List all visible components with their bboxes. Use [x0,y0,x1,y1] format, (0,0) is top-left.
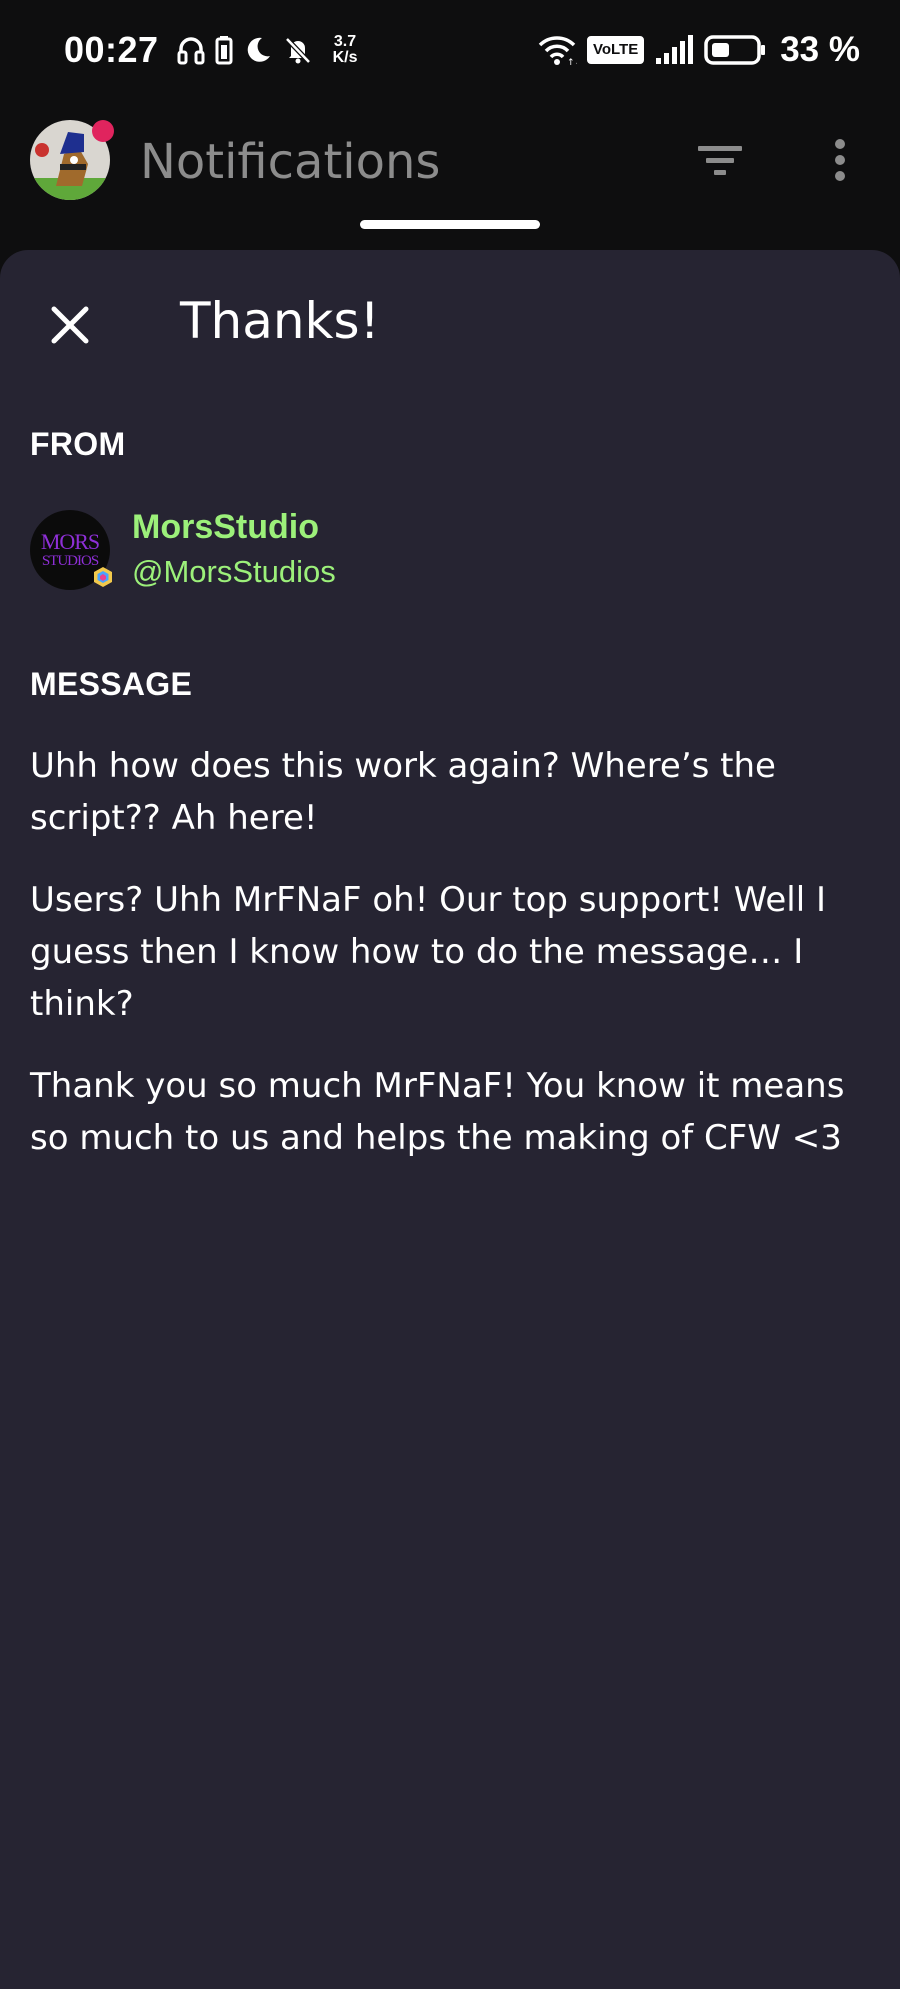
sender-avatar-text-top: MORS [40,529,100,554]
message-paragraph: Users? Uhh MrFNaF oh! Our top support! W… [30,880,827,1024]
screen: 00:27 3.7 K/s ↑ VoLTE 33 % Notifications… [0,0,900,1989]
message-label: MESSAGE [30,666,193,702]
page-title: Notifications [140,134,441,190]
sheet-title: Thanks! [180,292,380,350]
verified-badge-icon [94,567,112,587]
filter-icon [698,146,742,175]
more-vert-icon [835,139,845,181]
svg-text:↑↓: ↑↓ [567,58,577,66]
volte-badge: VoLTE [586,36,645,64]
mute-bell-icon [283,35,313,65]
status-bar: 00:27 3.7 K/s ↑ VoLTE 33 % [0,0,900,100]
wifi-icon: ↑↓ [537,34,577,66]
message-paragraph: Uhh how does this work again? Where’s th… [30,746,776,838]
network-speed-value: 3.7 [333,33,357,50]
network-speed-unit: K/s [332,49,358,66]
sender[interactable]: MORS STUDIOS MorsStudio @MorsStudios [30,505,336,595]
close-icon [51,306,89,344]
message-paragraph: Thank you so much MrFNaF! You know it me… [30,1066,845,1158]
sender-avatar[interactable]: MORS STUDIOS [30,510,112,590]
sender-name[interactable]: MorsStudio [132,505,336,549]
message-body: Uhh how does this work again? Where’s th… [30,740,880,1194]
more-options-button[interactable] [820,136,860,186]
avatar[interactable] [30,120,114,200]
notification-dot [92,120,114,142]
status-time: 00:27 [64,29,159,70]
close-button[interactable] [40,295,100,355]
filter-button[interactable] [690,136,750,186]
sender-info: MorsStudio @MorsStudios [132,505,336,595]
battery-saver-icon [215,35,233,65]
sender-handle[interactable]: @MorsStudios [132,549,336,595]
moon-icon [243,35,273,65]
app-bar: Notifications [0,100,900,225]
signal-icon [654,34,694,66]
status-left: 00:27 3.7 K/s [64,29,357,71]
sender-avatar-text-bottom: STUDIOS [41,553,99,569]
status-right: ↑↓ VoLTE 33 % [537,30,860,70]
from-label: FROM [30,426,126,462]
battery-percentage: 33 % [780,30,860,69]
headphones-icon [177,35,205,65]
notification-detail-sheet: Thanks! FROM MORS STUDIOS MorsStudio @Mo… [0,250,900,1989]
sheet-drag-handle[interactable] [360,220,540,229]
network-speed: 3.7 K/s [333,34,358,66]
battery-icon [704,34,766,66]
